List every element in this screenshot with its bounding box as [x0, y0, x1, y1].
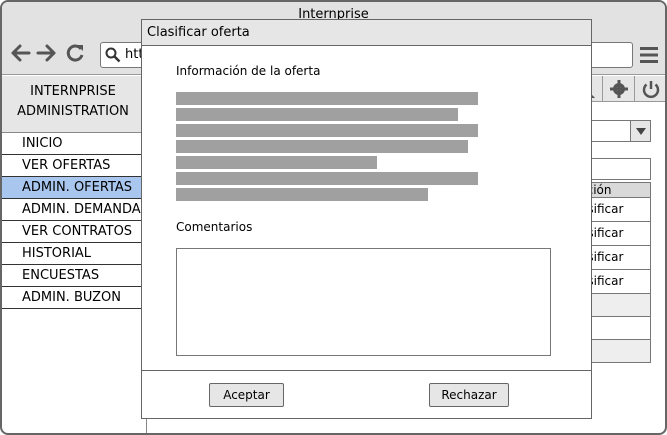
sidebar-item-historial[interactable]: HISTORIAL [2, 243, 145, 265]
sidebar-item-encuestas[interactable]: ENCUESTAS [2, 265, 145, 287]
hamburger-menu-icon[interactable] [638, 44, 660, 66]
sidebar-menu: INICIO VER OFERTAS ADMIN. OFERTAS ADMIN.… [2, 133, 145, 309]
sidebar-item-admin-demandas[interactable]: ADMIN. DEMANDAS [2, 199, 145, 221]
sidebar-item-ver-ofertas[interactable]: VER OFERTAS [2, 155, 145, 177]
sidebar-header: INTERNPRISE ADMINISTRATION [2, 76, 145, 133]
app-name: INTERNPRISE [30, 84, 116, 99]
power-icon [642, 81, 660, 99]
reload-icon[interactable] [64, 42, 86, 64]
forward-arrow-icon[interactable] [35, 42, 57, 64]
app-subtitle: ADMINISTRATION [17, 104, 129, 119]
offer-text-placeholder [176, 108, 458, 121]
gear-icon [610, 80, 628, 98]
comments-textarea[interactable] [176, 248, 551, 356]
browser-window: Internprise htt INTERNPRISE ADMINISTRATI… [0, 0, 667, 435]
settings-button[interactable] [602, 76, 634, 102]
offer-text-placeholder [176, 172, 478, 185]
sidebar-item-inicio[interactable]: INICIO [2, 133, 145, 155]
search-icon [105, 47, 121, 63]
sidebar-item-ver-contratos[interactable]: VER CONTRATOS [2, 221, 145, 243]
accept-button[interactable]: Aceptar [209, 383, 284, 407]
reject-button[interactable]: Rechazar [429, 383, 509, 407]
dialog-title: Clasificar oferta [142, 20, 591, 46]
back-arrow-icon[interactable] [10, 42, 32, 64]
chevron-down-icon [636, 128, 646, 135]
sidebar-empty-area [2, 309, 147, 433]
offer-text-placeholder [176, 92, 478, 105]
offer-text-placeholder [176, 156, 377, 169]
power-button[interactable] [634, 76, 665, 102]
offer-info-label: Información de la oferta [176, 64, 321, 78]
dropdown-button[interactable] [630, 121, 650, 141]
offer-text-placeholder [176, 140, 468, 153]
offer-text-placeholder [176, 188, 428, 201]
offer-text-placeholder [176, 124, 478, 137]
classify-offer-dialog: Clasificar oferta Información de la ofer… [141, 19, 592, 419]
comments-label: Comentarios [176, 220, 253, 234]
dialog-footer: Aceptar Rechazar [142, 370, 591, 418]
sidebar-item-admin-ofertas[interactable]: ADMIN. OFERTAS [2, 177, 145, 199]
sidebar-item-admin-buzon[interactable]: ADMIN. BUZON [2, 287, 145, 309]
